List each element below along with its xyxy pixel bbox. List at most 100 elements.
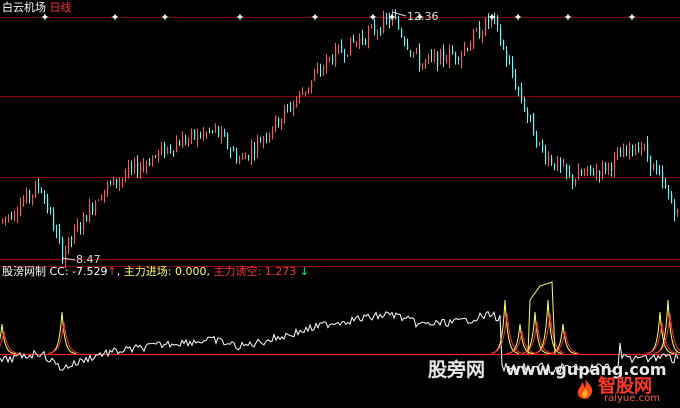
candle <box>641 141 643 156</box>
candle-body <box>524 99 526 111</box>
star-marker: ✦ <box>368 11 377 24</box>
candle <box>38 178 40 194</box>
candle-body <box>200 133 202 138</box>
candle-body <box>152 157 154 167</box>
candle <box>539 141 541 146</box>
candle-body <box>137 162 139 175</box>
candle <box>371 23 373 29</box>
candle-body <box>32 194 34 199</box>
star-marker: ✦ <box>627 11 636 24</box>
candle <box>209 127 211 134</box>
candle-body <box>347 54 349 56</box>
candle-body <box>74 228 76 241</box>
indicator-header: 股滂网制 CC: -7.529↑, 主力进场: 0.000, 主力诱空: 1.2… <box>2 265 309 278</box>
candle <box>458 56 460 65</box>
candle <box>98 199 100 202</box>
candle <box>140 161 142 179</box>
star-marker: ✦ <box>563 11 572 24</box>
candle-body <box>293 103 295 110</box>
candle <box>227 132 229 150</box>
candle-body <box>35 184 37 197</box>
candle <box>119 177 121 192</box>
candle-body <box>632 145 634 153</box>
candle-body <box>260 141 262 143</box>
candle <box>617 147 619 161</box>
candle-body <box>278 118 280 126</box>
candle <box>176 135 178 153</box>
candle-body <box>266 137 268 139</box>
candle <box>584 168 586 177</box>
candle-body <box>254 148 256 154</box>
candle-body <box>245 155 247 159</box>
candle-body <box>221 131 223 137</box>
candle <box>464 41 466 57</box>
candle <box>533 112 535 136</box>
candle <box>473 28 475 50</box>
candle <box>317 62 319 74</box>
kline-chart[interactable]: ✦ ✦ ✦ ✦ ✦ ✦ ✦ ✦ ✦ ✦ ✦ ✦ <box>0 0 680 408</box>
candle <box>587 166 589 177</box>
candle <box>179 139 181 147</box>
candle-body <box>485 19 487 35</box>
candle <box>161 141 163 156</box>
candle <box>41 187 43 194</box>
candle <box>23 195 25 207</box>
candle <box>320 63 322 77</box>
candle <box>419 43 421 72</box>
candle <box>242 152 244 160</box>
candle-body <box>131 166 133 169</box>
candle-body <box>284 108 286 120</box>
candle <box>479 21 481 39</box>
candle <box>17 206 19 223</box>
candle-body <box>554 163 556 169</box>
candle <box>326 54 328 74</box>
candle-body <box>608 163 610 170</box>
candle <box>422 63 424 70</box>
candle-body <box>107 183 109 191</box>
price-header: 白云机场 日线 <box>2 2 72 14</box>
candle-body <box>29 190 31 199</box>
candle <box>410 50 412 58</box>
candle-body <box>362 36 364 41</box>
candle-body <box>431 55 433 57</box>
inflow-value: 0.000 <box>174 265 207 278</box>
candle-body <box>662 172 664 182</box>
inflow-label: 主力进场: <box>123 265 172 278</box>
candle <box>263 135 265 149</box>
candle <box>506 45 508 67</box>
candle <box>401 27 403 38</box>
candle <box>188 137 190 147</box>
candle <box>671 190 673 204</box>
candle-body <box>182 137 184 148</box>
candle-body <box>659 170 661 174</box>
candle <box>440 48 442 65</box>
candle-body <box>230 149 232 152</box>
candle-body <box>185 137 187 144</box>
candle <box>452 45 454 55</box>
candle <box>677 208 679 217</box>
candle-body <box>176 141 178 152</box>
candle <box>653 163 655 171</box>
candle-body <box>407 43 409 49</box>
candle-body <box>344 54 346 57</box>
candle-body <box>233 149 235 151</box>
candle-body <box>326 58 328 70</box>
candle-body <box>44 194 46 200</box>
candle <box>203 126 205 141</box>
candle <box>665 178 667 189</box>
candle-body <box>434 54 436 58</box>
candle-body <box>296 99 298 106</box>
candle <box>524 96 526 112</box>
candle-body <box>275 116 277 130</box>
candle-body <box>308 87 310 91</box>
candle <box>113 176 115 186</box>
candle-body <box>548 156 550 163</box>
candle-body <box>203 132 205 136</box>
candle <box>620 147 622 157</box>
candle <box>485 17 487 37</box>
candle <box>674 199 676 222</box>
candle-body <box>593 172 595 176</box>
candle-body <box>413 52 415 54</box>
candle-body <box>341 45 343 53</box>
candle <box>497 15 499 32</box>
